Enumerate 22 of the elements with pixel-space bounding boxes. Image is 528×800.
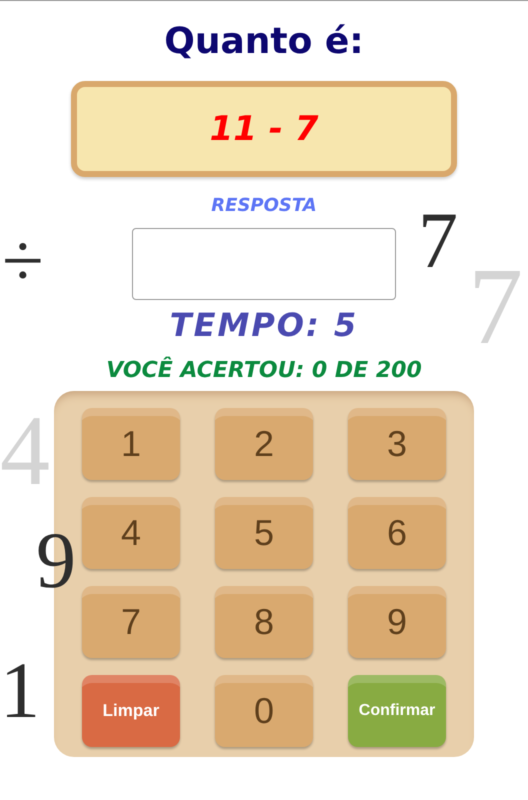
digit-key[interactable]: 1 [82, 408, 180, 480]
digit-key[interactable]: 6 [348, 497, 446, 569]
math-problem: 11 - 7 [210, 109, 318, 149]
digit-key[interactable]: 8 [215, 586, 313, 658]
score-text: VOCÊ ACERTOU: 0 DE 200 [106, 358, 422, 383]
question-title: Quanto é: [164, 20, 364, 64]
digit-key[interactable]: 2 [215, 408, 313, 480]
digit-key[interactable]: 3 [348, 408, 446, 480]
timer-text: TEMPO: 5 [170, 306, 358, 344]
digit-key[interactable]: 4 [82, 497, 180, 569]
background-numeral: ÷ [2, 223, 44, 299]
confirm-button[interactable]: Confirmar [348, 675, 446, 747]
answer-label: RESPOSTA [211, 195, 317, 216]
background-numeral: 9 [36, 521, 76, 601]
answer-field[interactable] [132, 228, 396, 300]
digit-key[interactable]: 9 [348, 586, 446, 658]
digit-key[interactable]: 7 [82, 586, 180, 658]
clear-button[interactable]: Limpar [82, 675, 180, 747]
background-numeral: 1 [0, 651, 40, 731]
background-numeral: 7 [418, 201, 458, 281]
digit-key[interactable]: 5 [215, 497, 313, 569]
digit-key[interactable]: 0 [215, 675, 313, 747]
